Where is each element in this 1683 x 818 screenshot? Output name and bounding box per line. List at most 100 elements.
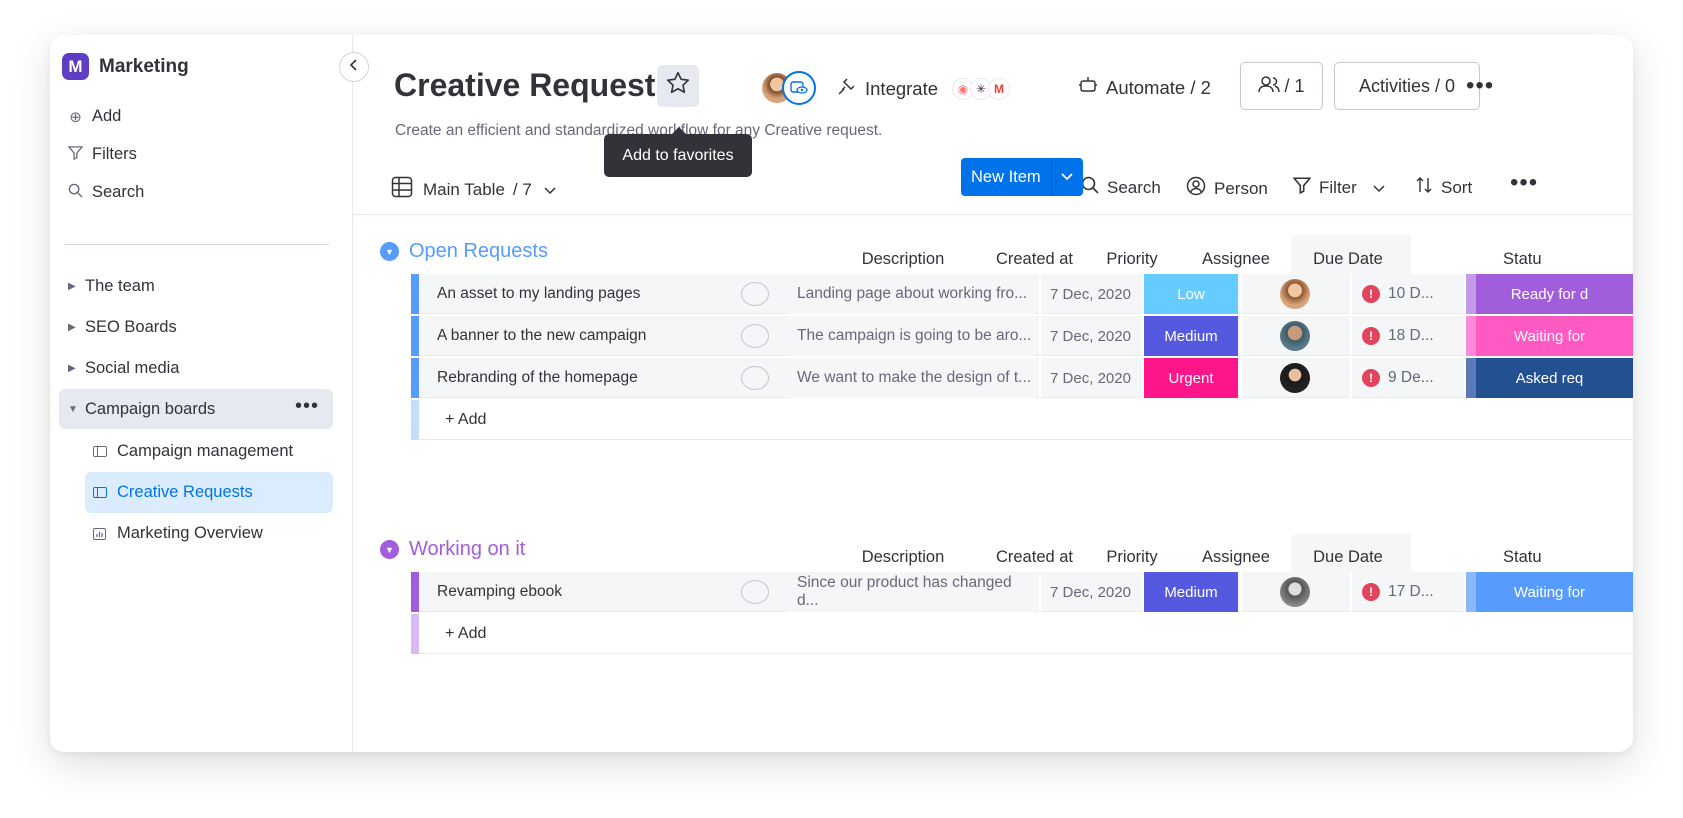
board-table: ▼ Open Requests Description Created at P…	[353, 35, 1633, 752]
item-name[interactable]: A banner to the new campaign	[437, 316, 646, 356]
assignee-cell[interactable]	[1240, 572, 1348, 612]
status-edge	[1466, 572, 1476, 612]
sidebar-add-button[interactable]: ⊕ Add	[67, 107, 121, 126]
status-edge	[1466, 274, 1476, 314]
board-label: Campaign management	[117, 442, 294, 460]
collapse-group-icon[interactable]: ▼	[380, 540, 399, 559]
sidebar-filters-label: Filters	[92, 145, 137, 163]
item-created: 7 Dec, 2020	[1039, 274, 1140, 314]
sidebar-board-marketing-overview[interactable]: Marketing Overview	[85, 513, 333, 554]
item-name[interactable]: Revamping ebook	[437, 572, 562, 612]
due-date-value: 10 D...	[1388, 285, 1434, 302]
chevron-left-icon	[349, 58, 359, 76]
add-item-label[interactable]: + Add	[445, 411, 486, 429]
column-header-priority[interactable]: Priority	[1084, 548, 1180, 567]
assignee-cell[interactable]	[1240, 316, 1348, 356]
status-label[interactable]: Asked req	[1464, 358, 1633, 398]
caret-down-icon: ▼	[68, 403, 78, 415]
row-group-color	[411, 358, 419, 398]
item-description[interactable]: Landing page about working fro...	[787, 274, 1035, 314]
column-header-created[interactable]: Created at	[984, 250, 1085, 269]
group-working-on-it-header[interactable]: ▼ Working on it	[380, 538, 525, 561]
item-created: 7 Dec, 2020	[1039, 316, 1140, 356]
priority-label[interactable]: Low	[1142, 274, 1238, 314]
column-header-description[interactable]: Description	[853, 548, 953, 567]
group-open-requests-header[interactable]: ▼ Open Requests	[380, 240, 548, 263]
comment-icon[interactable]	[741, 366, 769, 390]
collapse-group-icon[interactable]: ▼	[380, 242, 399, 261]
group-title[interactable]: Open Requests	[409, 240, 548, 263]
sidebar-filters-button[interactable]: Filters	[67, 145, 137, 164]
item-description[interactable]: The campaign is going to be aro...	[787, 316, 1035, 356]
due-date-value: 9 De...	[1388, 369, 1434, 386]
column-header-assignee[interactable]: Assignee	[1182, 250, 1290, 269]
item-name[interactable]: An asset to my landing pages	[437, 274, 640, 314]
sidebar-board-creative-requests[interactable]: Creative Requests	[85, 472, 333, 513]
status-text: Ready for d	[1510, 285, 1589, 303]
folder-label: Campaign boards	[85, 399, 216, 418]
table-row[interactable]: An asset to my landing pages Landing pag…	[411, 274, 1633, 314]
item-created: 7 Dec, 2020	[1039, 572, 1140, 612]
folder-social-media[interactable]: ▶ Social media	[65, 348, 329, 388]
due-date-value: 17 D...	[1388, 583, 1434, 600]
assignee-cell[interactable]	[1240, 358, 1348, 398]
add-item-row[interactable]: + Add	[411, 614, 1633, 654]
comment-icon[interactable]	[741, 282, 769, 306]
status-label[interactable]: Waiting for	[1464, 572, 1633, 612]
due-date-cell[interactable]: ! 9 De...	[1350, 358, 1462, 398]
due-date-cell[interactable]: ! 10 D...	[1350, 274, 1462, 314]
comment-icon[interactable]	[741, 580, 769, 604]
caret-right-icon: ▶	[68, 362, 76, 374]
add-item-label[interactable]: + Add	[445, 625, 486, 643]
due-date-cell[interactable]: ! 17 D...	[1350, 572, 1462, 612]
item-description[interactable]: We want to make the design of t...	[787, 358, 1035, 398]
status-text: Waiting for	[1513, 327, 1586, 345]
sidebar-board-campaign-management[interactable]: Campaign management	[85, 431, 333, 472]
column-header-status[interactable]: Statu	[1503, 548, 1633, 567]
priority-label[interactable]: Urgent	[1142, 358, 1238, 398]
table-row[interactable]: Revamping ebook Since our product has ch…	[411, 572, 1633, 612]
plus-circle-icon: ⊕	[69, 108, 82, 126]
item-description[interactable]: Since our product has changed d...	[787, 572, 1035, 612]
comment-icon[interactable]	[741, 324, 769, 348]
add-item-row[interactable]: + Add	[411, 400, 1633, 440]
status-label[interactable]: Ready for d	[1464, 274, 1633, 314]
status-label[interactable]: Waiting for	[1464, 316, 1633, 356]
collapse-sidebar-button[interactable]	[339, 52, 369, 82]
workspace-logo: M	[62, 53, 89, 80]
avatar	[1280, 363, 1310, 393]
board-window: M Marketing ⊕ Add Filters Search ▶ The t…	[50, 35, 1633, 752]
board-label: Marketing Overview	[117, 524, 263, 542]
sidebar-search-label: Search	[92, 183, 145, 201]
column-header-due-date[interactable]: Due Date	[1292, 548, 1404, 567]
folder-label: SEO Boards	[85, 317, 177, 336]
workspace-header[interactable]: M Marketing	[62, 53, 189, 80]
sidebar: M Marketing ⊕ Add Filters Search ▶ The t…	[50, 35, 353, 752]
column-header-priority[interactable]: Priority	[1084, 250, 1180, 269]
folder-seo-boards[interactable]: ▶ SEO Boards	[65, 307, 329, 347]
sidebar-search-button[interactable]: Search	[67, 183, 144, 202]
assignee-cell[interactable]	[1240, 274, 1348, 314]
priority-label[interactable]: Medium	[1142, 572, 1238, 612]
table-row[interactable]: Rebranding of the homepage We want to ma…	[411, 358, 1633, 398]
board-label: Creative Requests	[117, 483, 253, 501]
column-header-status[interactable]: Statu	[1503, 250, 1633, 269]
column-header-assignee[interactable]: Assignee	[1182, 548, 1290, 567]
overdue-icon: !	[1362, 327, 1380, 345]
folder-label: The team	[85, 276, 155, 295]
workspace-name: Marketing	[99, 55, 189, 77]
column-header-created[interactable]: Created at	[984, 548, 1085, 567]
filter-icon	[67, 145, 84, 164]
folder-the-team[interactable]: ▶ The team	[65, 266, 329, 306]
more-options-icon[interactable]: •••	[295, 395, 319, 418]
column-header-description[interactable]: Description	[853, 250, 953, 269]
folder-campaign-boards[interactable]: ▼ Campaign boards •••	[59, 389, 333, 429]
table-row[interactable]: A banner to the new campaign The campaig…	[411, 316, 1633, 356]
item-name[interactable]: Rebranding of the homepage	[437, 358, 638, 398]
due-date-cell[interactable]: ! 18 D...	[1350, 316, 1462, 356]
column-header-due-date[interactable]: Due Date	[1292, 250, 1404, 269]
overdue-icon: !	[1362, 285, 1380, 303]
group-title[interactable]: Working on it	[409, 538, 525, 561]
priority-label[interactable]: Medium	[1142, 316, 1238, 356]
overdue-icon: !	[1362, 369, 1380, 387]
